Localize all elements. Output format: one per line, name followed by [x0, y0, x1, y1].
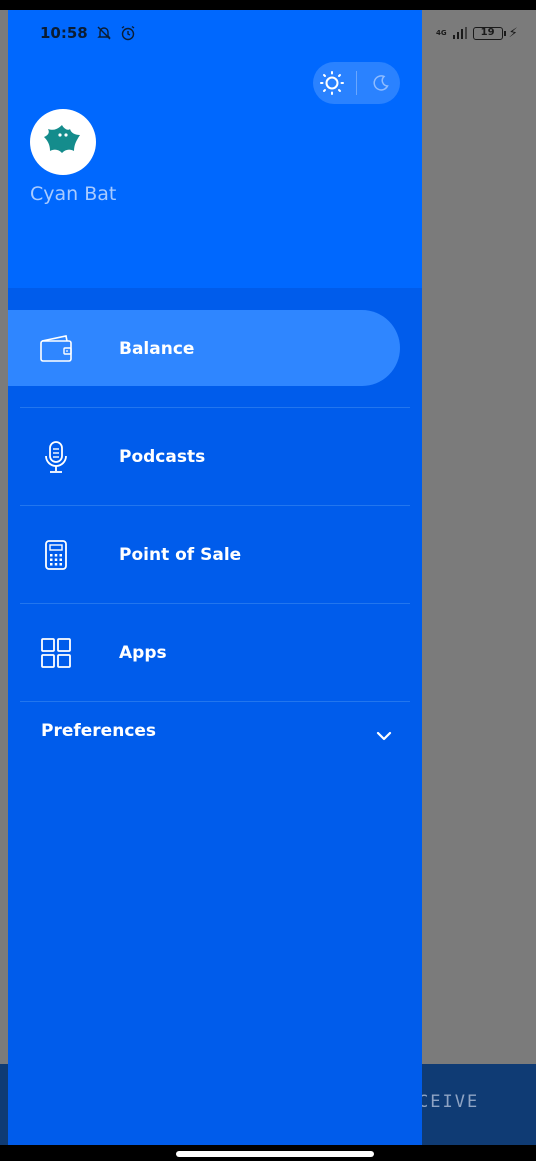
battery-icon: 19	[472, 26, 506, 40]
status-time: 10:58	[40, 24, 88, 42]
alarm-icon	[121, 25, 135, 41]
username: Cyan Bat	[30, 183, 117, 205]
drawer-menu: Balance Podcasts Point of Sale Apps	[8, 310, 422, 702]
menu-item-label: Podcasts	[119, 447, 206, 467]
theme-toggle[interactable]	[313, 62, 400, 104]
chevron-down-icon	[376, 731, 392, 741]
battery-level: 19	[480, 26, 495, 38]
microphone-icon	[38, 439, 74, 475]
charging-icon: ⚡	[508, 25, 518, 41]
light-theme-button[interactable]	[317, 68, 347, 98]
menu-item-podcasts[interactable]: Podcasts	[8, 408, 422, 506]
bat-avatar-icon	[44, 125, 80, 153]
notifications-off-icon	[97, 26, 111, 40]
apps-grid-icon	[38, 635, 74, 671]
calculator-icon	[38, 537, 74, 573]
avatar[interactable]	[30, 109, 96, 175]
menu-item-label: Balance	[119, 339, 195, 359]
status-bar-left: 10:58	[40, 24, 136, 42]
network-type: 4G	[436, 28, 447, 37]
dark-theme-button[interactable]	[366, 68, 396, 98]
menu-item-label: Point of Sale	[119, 545, 242, 565]
toggle-divider	[355, 71, 357, 95]
wallet-icon	[38, 330, 74, 366]
home-indicator[interactable]	[176, 1151, 374, 1157]
menu-item-balance[interactable]: Balance	[8, 310, 422, 408]
preferences-section[interactable]: Preferences	[8, 702, 422, 778]
receive-button[interactable]: CEIVE	[418, 1092, 479, 1112]
menu-item-point-of-sale[interactable]: Point of Sale	[8, 506, 422, 604]
moon-icon	[373, 75, 389, 91]
signal-icon	[452, 27, 467, 39]
navigation-drawer: 10:58 Cyan Bat Balance Podcasts Point of…	[8, 10, 422, 1145]
menu-item-label: Apps	[119, 643, 167, 663]
preferences-label: Preferences	[41, 721, 157, 741]
sun-icon	[320, 71, 345, 95]
menu-item-apps[interactable]: Apps	[8, 604, 422, 702]
status-bar-right: 4G 19 ⚡	[436, 20, 518, 46]
